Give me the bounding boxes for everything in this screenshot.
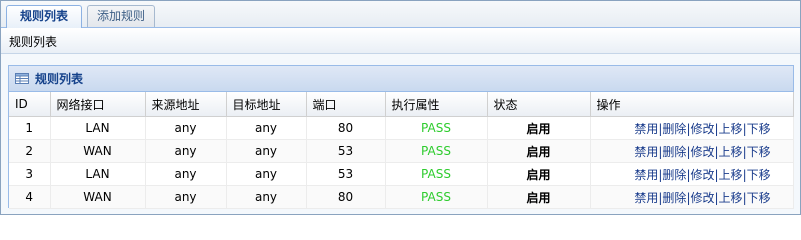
column-header-operations: 操作 — [590, 92, 794, 117]
edit-link[interactable]: 修改 — [690, 168, 714, 182]
cell-interface: LAN — [50, 116, 146, 140]
tab-add-rule[interactable]: 添加规则 — [87, 5, 155, 27]
cell-source: any — [145, 116, 227, 140]
cell-status: 启用 — [487, 139, 591, 163]
cell-interface: WAN — [50, 139, 146, 163]
move-up-link[interactable]: 上移 — [719, 168, 743, 182]
cell-id: 3 — [9, 162, 51, 186]
cell-destination: any — [226, 139, 307, 163]
cell-port: 80 — [306, 185, 386, 209]
disable-link[interactable]: 禁用 — [634, 145, 658, 159]
cell-port: 53 — [306, 162, 386, 186]
cell-status: 启用 — [487, 185, 591, 209]
cell-operations: 禁用|删除|修改|上移|下移 — [590, 139, 794, 163]
column-header-status: 状态 — [487, 92, 591, 117]
table-row: 2 WAN any any 53 PASS 启用 禁用|删除|修改|上移|下移 — [9, 139, 794, 163]
table-row: 4 WAN any any 80 PASS 启用 禁用|删除|修改|上移|下移 — [9, 185, 794, 209]
disable-link[interactable]: 禁用 — [634, 191, 658, 205]
cell-action: PASS — [385, 162, 488, 186]
cell-action: PASS — [385, 116, 488, 140]
rules-table: ID 网络接口 来源地址 目标地址 端口 执行属性 状态 操作 1 LAN an… — [9, 92, 794, 209]
cell-port: 53 — [306, 139, 386, 163]
cell-destination: any — [226, 185, 307, 209]
table-icon — [15, 72, 29, 84]
move-down-link[interactable]: 下移 — [747, 168, 771, 182]
panel-header: 规则列表 — [9, 66, 793, 92]
delete-link[interactable]: 删除 — [662, 168, 686, 182]
cell-status: 启用 — [487, 162, 591, 186]
cell-status: 启用 — [487, 116, 591, 140]
column-header-source: 来源地址 — [145, 92, 227, 117]
page-title: 规则列表 — [1, 28, 800, 54]
column-header-id: ID — [9, 92, 51, 117]
move-up-link[interactable]: 上移 — [719, 145, 743, 159]
delete-link[interactable]: 删除 — [662, 145, 686, 159]
panel-title: 规则列表 — [35, 72, 84, 86]
cell-id: 4 — [9, 185, 51, 209]
column-header-destination: 目标地址 — [226, 92, 307, 117]
move-down-link[interactable]: 下移 — [747, 122, 771, 136]
table-header-row: ID 网络接口 来源地址 目标地址 端口 执行属性 状态 操作 — [9, 92, 794, 117]
rule-list-panel: 规则列表 ID 网络接口 来源地址 目标地址 端口 执行属性 状态 操作 1 L… — [8, 65, 794, 209]
cell-action: PASS — [385, 139, 488, 163]
cell-operations: 禁用|删除|修改|上移|下移 — [590, 185, 794, 209]
column-header-action: 执行属性 — [385, 92, 488, 117]
move-up-link[interactable]: 上移 — [719, 191, 743, 205]
cell-source: any — [145, 185, 227, 209]
edit-link[interactable]: 修改 — [690, 191, 714, 205]
move-up-link[interactable]: 上移 — [719, 122, 743, 136]
cell-id: 1 — [9, 116, 51, 140]
move-down-link[interactable]: 下移 — [747, 145, 771, 159]
column-header-port: 端口 — [306, 92, 386, 117]
cell-source: any — [145, 162, 227, 186]
edit-link[interactable]: 修改 — [690, 122, 714, 136]
cell-source: any — [145, 139, 227, 163]
delete-link[interactable]: 删除 — [662, 191, 686, 205]
tab-bar: 规则列表 添加规则 — [1, 1, 800, 28]
column-header-interface: 网络接口 — [50, 92, 146, 117]
tab-rule-list[interactable]: 规则列表 — [6, 5, 82, 28]
table-row: 3 LAN any any 53 PASS 启用 禁用|删除|修改|上移|下移 — [9, 162, 794, 186]
cell-operations: 禁用|删除|修改|上移|下移 — [590, 116, 794, 140]
delete-link[interactable]: 删除 — [662, 122, 686, 136]
edit-link[interactable]: 修改 — [690, 145, 714, 159]
cell-id: 2 — [9, 139, 51, 163]
cell-action: PASS — [385, 185, 488, 209]
disable-link[interactable]: 禁用 — [634, 168, 658, 182]
move-down-link[interactable]: 下移 — [747, 191, 771, 205]
cell-interface: WAN — [50, 185, 146, 209]
cell-interface: LAN — [50, 162, 146, 186]
cell-port: 80 — [306, 116, 386, 140]
cell-operations: 禁用|删除|修改|上移|下移 — [590, 162, 794, 186]
cell-destination: any — [226, 116, 307, 140]
app-frame: 规则列表 添加规则 规则列表 规则列表 ID 网络接口 来源地址 目标地址 端口… — [0, 0, 801, 215]
table-row: 1 LAN any any 80 PASS 启用 禁用|删除|修改|上移|下移 — [9, 116, 794, 140]
disable-link[interactable]: 禁用 — [634, 122, 658, 136]
cell-destination: any — [226, 162, 307, 186]
